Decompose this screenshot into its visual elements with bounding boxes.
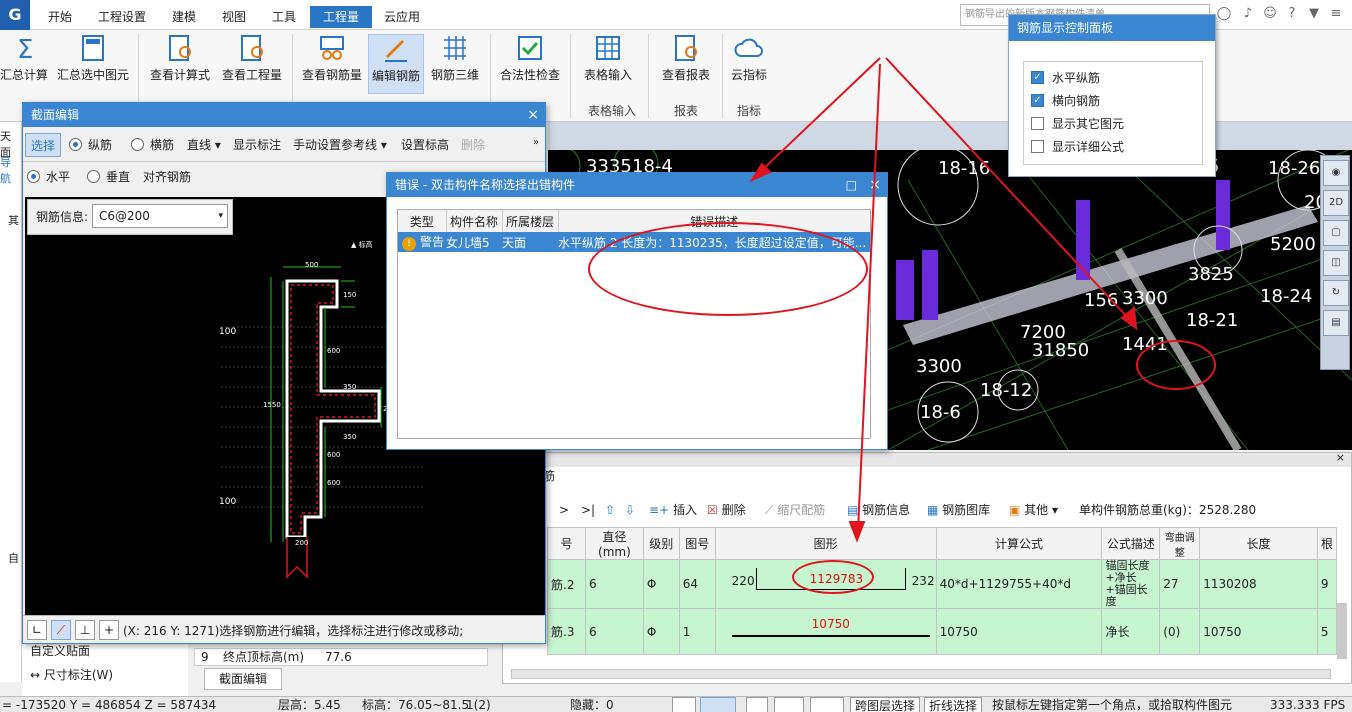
floor-height: 层高：5.45 [278,698,341,712]
cross-icon[interactable] [746,697,768,712]
line-icon[interactable] [774,697,804,712]
hidden-count: 隐藏：0 [570,698,614,712]
elevation: 标高：76.05~81.5 [362,698,470,712]
hint-text: 按鼠标左键指定第一个角点，或拾取构件图元 [992,698,1233,712]
coords: = -173520 Y = 486854 Z = 587434 [2,698,217,712]
polyline-button[interactable]: 折线选择 [924,697,983,712]
fps: 333.333 FPS [1270,698,1346,712]
add-icon[interactable] [810,697,844,712]
page-indicator: 1(2) [466,698,491,712]
snap-toggle[interactable] [700,697,736,712]
red-annotation-arrows [749,57,1138,543]
cross-floor-button[interactable]: 跨图层选择 [850,697,921,712]
ortho-toggle[interactable] [672,697,696,712]
status-bar: = -173520 Y = 486854 Z = 587434 层高：5.45 … [0,696,1352,712]
